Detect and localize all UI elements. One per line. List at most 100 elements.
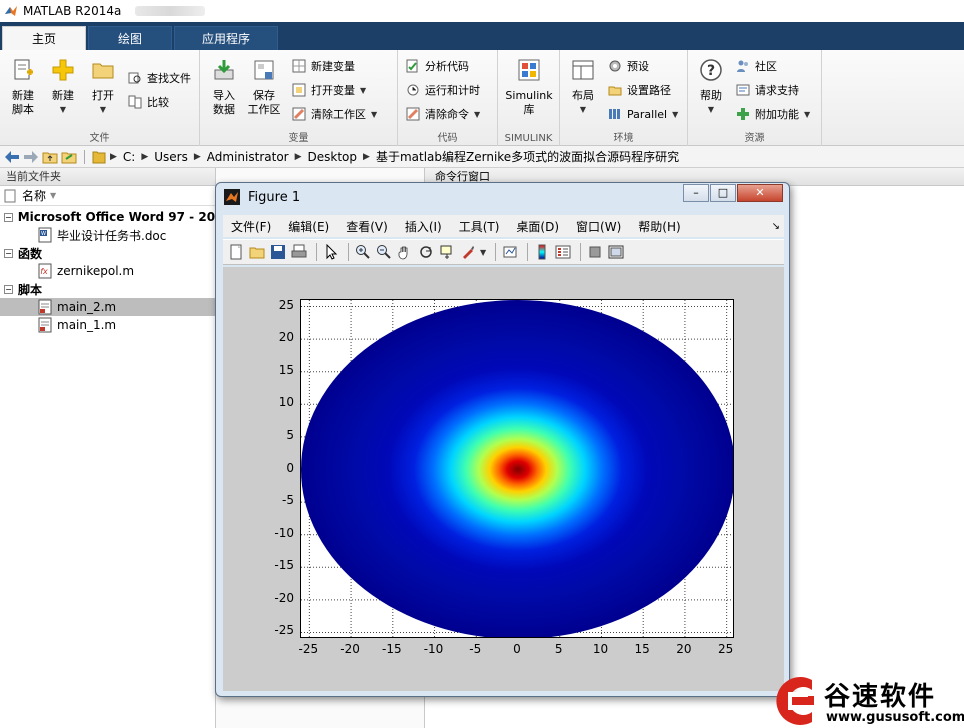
variable-group: 导入 数据 保存 工作区 新建变量 打开变量 ▼ 清除工作区 ▼ 变量 [200, 50, 398, 146]
group-word-docs[interactable]: − Microsoft Office Word 97 - 2003 [0, 208, 215, 226]
crumb-arrow-icon[interactable]: ▶ [295, 152, 302, 162]
figure-canvas[interactable]: 25 20 15 10 5 0 -5 -10 -15 -20 -25 -25 -20 -15 -10 -5 0… [223, 267, 784, 691]
crumb-arrow-icon[interactable]: ▶ [110, 152, 117, 162]
new-variable-button[interactable]: 新建变量 [292, 56, 355, 76]
watermark: 谷速软件 www.gususoft.com [768, 672, 964, 728]
pointer-icon[interactable] [322, 243, 340, 261]
crumb-arrow-icon[interactable]: ▶ [141, 152, 148, 162]
file-group: 新建 脚本 新建 ▼ 打开 ▼ 查找文件 比较 文件 [0, 50, 200, 146]
back-arrow-icon[interactable] [4, 150, 20, 164]
link-plot-icon[interactable] [501, 243, 519, 261]
app-title: MATLAB R2014a [23, 4, 122, 18]
clear-commands-button[interactable]: 清除命令 ▼ [406, 104, 480, 124]
layout-button[interactable]: 布局 ▼ [563, 58, 603, 117]
menu-file[interactable]: 文件(F) [231, 218, 271, 235]
clear-workspace-button[interactable]: 清除工作区 ▼ [292, 104, 377, 124]
minimize-button[interactable]: – [683, 184, 709, 202]
zoom-in-icon[interactable] [354, 243, 372, 261]
community-button[interactable]: 社区 [736, 56, 777, 76]
menu-window[interactable]: 窗口(W) [576, 218, 621, 235]
list-item[interactable]: W 毕业设计任务书.doc [0, 226, 215, 244]
data-cursor-icon[interactable] [438, 243, 456, 261]
rotate-3d-icon[interactable] [417, 243, 435, 261]
x-tick-label: 20 [676, 642, 692, 656]
menu-tools[interactable]: 工具(T) [459, 218, 500, 235]
file-type-icon [4, 189, 16, 202]
crumb-administrator[interactable]: Administrator [207, 150, 289, 164]
add-ons-button[interactable]: 附加功能 ▼ [736, 104, 810, 124]
y-tick-label: -25 [274, 623, 294, 638]
crumb-project-folder[interactable]: 基于matlab编程Zernike多项式的波面拟合源码程序研究 [376, 148, 679, 165]
show-plot-tools-icon[interactable] [607, 243, 625, 261]
crumb-drive[interactable]: C: [123, 150, 135, 164]
group-scripts[interactable]: − 脚本 [0, 280, 215, 298]
save-workspace-icon [254, 60, 274, 80]
crumb-users[interactable]: Users [154, 150, 188, 164]
new-script-button[interactable]: 新建 脚本 [3, 58, 43, 117]
pan-hand-icon[interactable] [396, 243, 414, 261]
toolbar-separator [316, 243, 317, 261]
request-support-button[interactable]: 请求支持 [736, 80, 799, 100]
crumb-arrow-icon[interactable]: ▶ [194, 152, 201, 162]
close-button[interactable]: ✕ [737, 184, 783, 202]
menu-edit[interactable]: 编辑(E) [288, 218, 329, 235]
brush-dropdown-icon[interactable]: ▼ [480, 248, 486, 257]
find-files-button[interactable]: 查找文件 [128, 68, 191, 88]
new-figure-icon[interactable] [227, 243, 245, 261]
collapse-icon[interactable]: − [4, 284, 13, 294]
list-item[interactable]: main_2.m [0, 298, 215, 316]
crumb-desktop[interactable]: Desktop [308, 150, 358, 164]
collapse-icon[interactable]: − [4, 212, 13, 222]
menu-help[interactable]: 帮助(H) [638, 218, 680, 235]
compare-button[interactable]: 比较 [128, 92, 169, 112]
app-titlebar: MATLAB R2014a [0, 0, 964, 22]
import-data-button[interactable]: 导入 数据 [204, 58, 244, 117]
list-item[interactable]: fx zernikepol.m [0, 262, 215, 280]
list-item[interactable]: main_1.m [0, 316, 215, 334]
zoom-out-icon[interactable] [375, 243, 393, 261]
run-and-time-button[interactable]: 运行和计时 [406, 80, 480, 100]
crumb-arrow-icon[interactable]: ▶ [363, 152, 370, 162]
save-icon[interactable] [269, 243, 287, 261]
set-path-button[interactable]: 设置路径 [608, 80, 671, 100]
collapse-icon[interactable]: − [4, 248, 13, 258]
open-file-icon[interactable] [248, 243, 266, 261]
menu-insert[interactable]: 插入(I) [405, 218, 442, 235]
import-data-icon [214, 60, 234, 80]
legend-icon[interactable] [554, 243, 572, 261]
parallel-button[interactable]: Parallel ▼ [608, 104, 678, 124]
colorbar-icon[interactable] [533, 243, 551, 261]
tab-apps[interactable]: 应用程序 [174, 26, 278, 50]
tab-home[interactable]: 主页 [2, 26, 86, 50]
group-functions[interactable]: − 函数 [0, 244, 215, 262]
run-time-icon [407, 84, 419, 96]
new-button[interactable]: 新建 ▼ [43, 58, 83, 117]
menu-view[interactable]: 查看(V) [346, 218, 388, 235]
open-variable-button[interactable]: 打开变量 ▼ [292, 80, 366, 100]
save-workspace-button[interactable]: 保存 工作区 [244, 58, 284, 117]
support-icon [736, 84, 750, 96]
forward-arrow-icon[interactable] [23, 150, 39, 164]
hide-plot-tools-icon[interactable] [586, 243, 604, 261]
brush-icon[interactable] [459, 243, 477, 261]
close-icon: ✕ [755, 186, 765, 199]
plot-axes[interactable] [300, 299, 734, 638]
analyze-code-icon [406, 59, 418, 73]
y-tick-label: 5 [286, 427, 294, 442]
simulink-library-button[interactable]: Simulink 库 [503, 58, 555, 117]
find-files-icon [128, 72, 141, 84]
svg-text:?: ? [707, 63, 715, 79]
name-column-header[interactable]: 名称 ▼ [0, 186, 215, 206]
toolbar-separator [527, 243, 529, 261]
help-button[interactable]: ? 帮助 ▼ [691, 58, 731, 117]
dock-arrow-icon[interactable]: ↘ [772, 221, 780, 232]
browse-folder-icon[interactable] [61, 150, 77, 164]
maximize-button[interactable]: □ [710, 184, 736, 202]
menu-desktop[interactable]: 桌面(D) [516, 218, 559, 235]
analyze-code-button[interactable]: 分析代码 [406, 56, 469, 76]
preferences-button[interactable]: 预设 [608, 56, 649, 76]
open-button[interactable]: 打开 ▼ [83, 58, 123, 117]
up-folder-icon[interactable] [42, 150, 58, 164]
tab-plots[interactable]: 绘图 [88, 26, 172, 50]
print-icon[interactable] [290, 243, 308, 261]
